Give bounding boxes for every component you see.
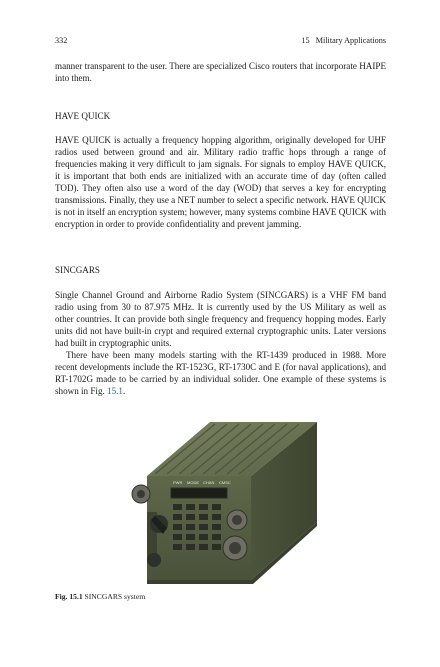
book-page: 332 15 Military Applications manner tran… <box>55 0 386 667</box>
sincgars-paragraph-2-text: There have been many models starting wit… <box>55 350 386 396</box>
label-mode: MODE <box>187 480 199 485</box>
volume-knob <box>147 553 161 567</box>
sincgars-paragraph-2: There have been many models starting wit… <box>55 349 386 397</box>
label-cmsc: CMSC <box>219 480 231 485</box>
section-heading-have-quick: HAVE QUICK <box>55 111 111 121</box>
sincgars-paragraph-1: Single Channel Ground and Airborne Radio… <box>55 290 386 348</box>
figure-reference-link[interactable]: 15.1 <box>107 386 123 396</box>
sincgars-paragraph-2-end: . <box>122 386 126 396</box>
have-quick-paragraph: HAVE QUICK is actually a frequency hoppi… <box>55 135 386 229</box>
intro-paragraph: manner transparent to the user. There ar… <box>55 61 386 83</box>
label-pwr: PWR <box>173 480 182 485</box>
figure-caption: Fig. 15.1 SINCGARS system <box>55 592 145 601</box>
figure-caption-label: Fig. 15.1 <box>55 592 83 601</box>
page-number: 332 <box>55 36 68 45</box>
section-heading-sincgars: SINCGARS <box>55 265 100 275</box>
running-title: 15 Military Applications <box>301 36 386 45</box>
sincgars-radio-image: PWR MODE CHAN CMSC <box>131 422 317 584</box>
lcd-display <box>170 487 228 499</box>
label-chan: CHAN <box>203 480 214 485</box>
figure-sincgars-radio: PWR MODE CHAN CMSC <box>55 420 386 585</box>
figure-caption-text: SINCGARS system <box>84 592 146 601</box>
